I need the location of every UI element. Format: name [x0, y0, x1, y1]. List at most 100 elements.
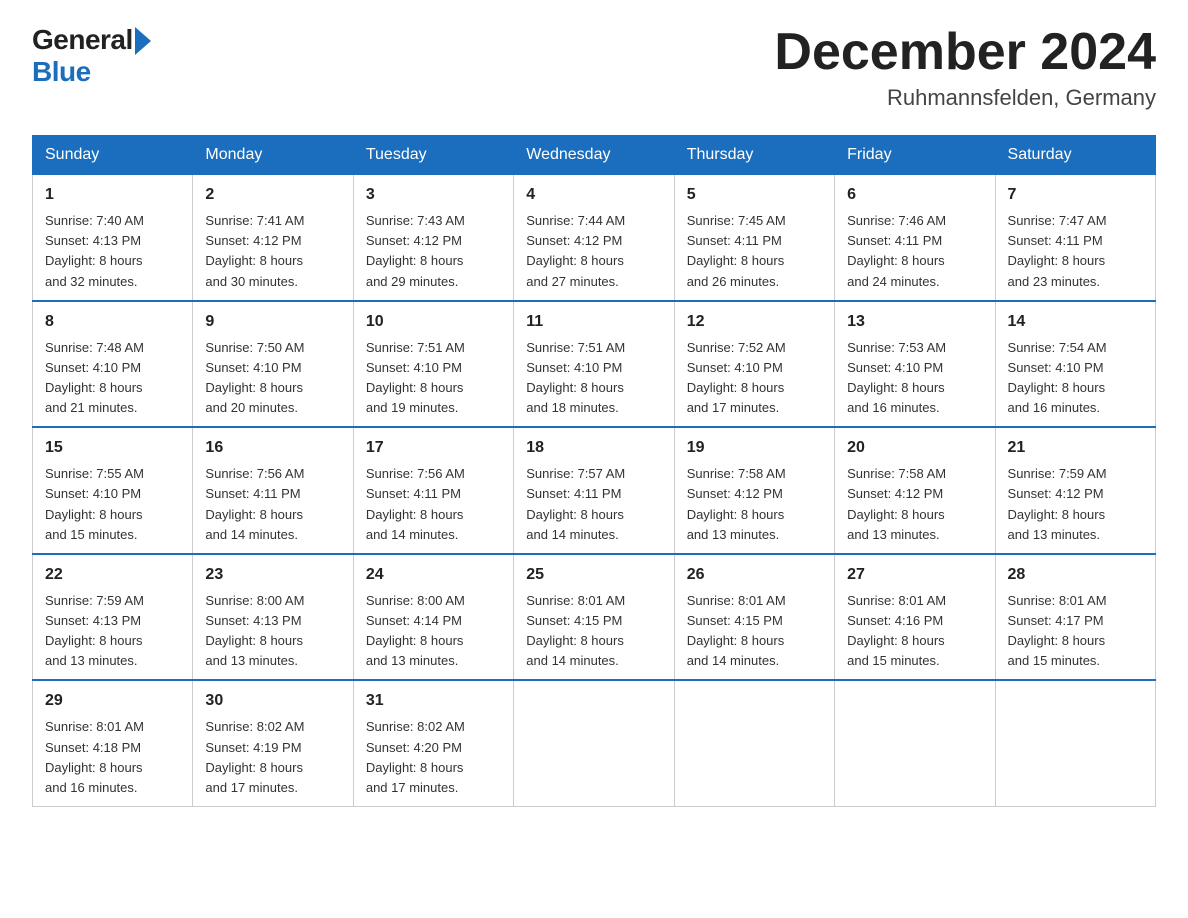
calendar-cell: 15 Sunrise: 7:55 AMSunset: 4:10 PMDayligh…	[33, 427, 193, 554]
day-number: 27	[847, 563, 982, 587]
day-number: 22	[45, 563, 180, 587]
calendar-cell	[995, 680, 1155, 806]
day-info: Sunrise: 8:01 AMSunset: 4:17 PMDaylight:…	[1008, 591, 1143, 672]
day-number: 9	[205, 310, 340, 334]
day-number: 20	[847, 436, 982, 460]
calendar-cell: 22 Sunrise: 7:59 AMSunset: 4:13 PMDayligh…	[33, 554, 193, 681]
calendar-week-row: 1 Sunrise: 7:40 AMSunset: 4:13 PMDaylight…	[33, 175, 1156, 301]
day-info: Sunrise: 7:51 AMSunset: 4:10 PMDaylight:…	[526, 338, 661, 419]
calendar-cell: 31 Sunrise: 8:02 AMSunset: 4:20 PMDayligh…	[353, 680, 513, 806]
day-number: 8	[45, 310, 180, 334]
calendar-cell: 6 Sunrise: 7:46 AMSunset: 4:11 PMDaylight…	[835, 175, 995, 301]
day-info: Sunrise: 8:02 AMSunset: 4:20 PMDaylight:…	[366, 717, 501, 798]
calendar-cell: 3 Sunrise: 7:43 AMSunset: 4:12 PMDaylight…	[353, 175, 513, 301]
day-number: 11	[526, 310, 661, 334]
col-header-tuesday: Tuesday	[353, 136, 513, 175]
calendar-cell: 13Sunrise: 7:53 AMSunset: 4:10 PMDayligh…	[835, 301, 995, 428]
day-number: 18	[526, 436, 661, 460]
day-number: 14	[1008, 310, 1143, 334]
day-number: 21	[1008, 436, 1143, 460]
day-info: Sunrise: 8:00 AMSunset: 4:14 PMDaylight:…	[366, 591, 501, 672]
day-info: Sunrise: 7:46 AMSunset: 4:11 PMDaylight:…	[847, 211, 982, 292]
logo-blue-text: Blue	[32, 56, 91, 88]
calendar-week-row: 22 Sunrise: 7:59 AMSunset: 4:13 PMDayligh…	[33, 554, 1156, 681]
day-info: Sunrise: 7:47 AMSunset: 4:11 PMDaylight:…	[1008, 211, 1143, 292]
calendar-cell: 19Sunrise: 7:58 AMSunset: 4:12 PMDayligh…	[674, 427, 834, 554]
day-number: 17	[366, 436, 501, 460]
calendar-cell	[674, 680, 834, 806]
col-header-friday: Friday	[835, 136, 995, 175]
calendar-cell: 28Sunrise: 8:01 AMSunset: 4:17 PMDayligh…	[995, 554, 1155, 681]
calendar-cell: 8 Sunrise: 7:48 AMSunset: 4:10 PMDaylight…	[33, 301, 193, 428]
calendar-cell: 14Sunrise: 7:54 AMSunset: 4:10 PMDayligh…	[995, 301, 1155, 428]
day-info: Sunrise: 8:01 AMSunset: 4:15 PMDaylight:…	[687, 591, 822, 672]
day-info: Sunrise: 7:56 AMSunset: 4:11 PMDaylight:…	[205, 464, 340, 545]
day-number: 4	[526, 183, 661, 207]
day-number: 23	[205, 563, 340, 587]
day-number: 31	[366, 689, 501, 713]
location-subtitle: Ruhmannsfelden, Germany	[774, 85, 1156, 111]
day-info: Sunrise: 8:01 AMSunset: 4:18 PMDaylight:…	[45, 717, 180, 798]
col-header-monday: Monday	[193, 136, 353, 175]
day-info: Sunrise: 7:45 AMSunset: 4:11 PMDaylight:…	[687, 211, 822, 292]
calendar-cell: 29 Sunrise: 8:01 AMSunset: 4:18 PMDayligh…	[33, 680, 193, 806]
day-info: Sunrise: 7:51 AMSunset: 4:10 PMDaylight:…	[366, 338, 501, 419]
day-info: Sunrise: 7:52 AMSunset: 4:10 PMDaylight:…	[687, 338, 822, 419]
calendar-week-row: 8 Sunrise: 7:48 AMSunset: 4:10 PMDaylight…	[33, 301, 1156, 428]
calendar-cell: 7 Sunrise: 7:47 AMSunset: 4:11 PMDaylight…	[995, 175, 1155, 301]
calendar-cell: 17 Sunrise: 7:56 AMSunset: 4:11 PMDayligh…	[353, 427, 513, 554]
col-header-saturday: Saturday	[995, 136, 1155, 175]
calendar-cell: 24 Sunrise: 8:00 AMSunset: 4:14 PMDayligh…	[353, 554, 513, 681]
calendar-cell: 16 Sunrise: 7:56 AMSunset: 4:11 PMDayligh…	[193, 427, 353, 554]
logo-arrow-icon	[135, 27, 151, 55]
calendar-cell: 26 Sunrise: 8:01 AMSunset: 4:15 PMDayligh…	[674, 554, 834, 681]
calendar-cell: 20 Sunrise: 7:58 AMSunset: 4:12 PMDayligh…	[835, 427, 995, 554]
day-number: 10	[366, 310, 501, 334]
day-info: Sunrise: 8:01 AMSunset: 4:15 PMDaylight:…	[526, 591, 661, 672]
title-block: December 2024 Ruhmannsfelden, Germany	[774, 24, 1156, 111]
day-info: Sunrise: 7:58 AMSunset: 4:12 PMDaylight:…	[847, 464, 982, 545]
day-info: Sunrise: 7:43 AMSunset: 4:12 PMDaylight:…	[366, 211, 501, 292]
day-info: Sunrise: 7:55 AMSunset: 4:10 PMDaylight:…	[45, 464, 180, 545]
day-number: 16	[205, 436, 340, 460]
day-number: 1	[45, 183, 180, 207]
col-header-sunday: Sunday	[33, 136, 193, 175]
calendar-cell: 2Sunrise: 7:41 AMSunset: 4:12 PMDaylight…	[193, 175, 353, 301]
calendar-cell: 21Sunrise: 7:59 AMSunset: 4:12 PMDayligh…	[995, 427, 1155, 554]
day-number: 15	[45, 436, 180, 460]
calendar-cell: 18 Sunrise: 7:57 AMSunset: 4:11 PMDayligh…	[514, 427, 674, 554]
day-number: 6	[847, 183, 982, 207]
calendar-cell: 1 Sunrise: 7:40 AMSunset: 4:13 PMDaylight…	[33, 175, 193, 301]
calendar-cell: 27 Sunrise: 8:01 AMSunset: 4:16 PMDayligh…	[835, 554, 995, 681]
calendar-cell: 30Sunrise: 8:02 AMSunset: 4:19 PMDayligh…	[193, 680, 353, 806]
calendar-cell: 11 Sunrise: 7:51 AMSunset: 4:10 PMDayligh…	[514, 301, 674, 428]
day-info: Sunrise: 8:02 AMSunset: 4:19 PMDaylight:…	[205, 717, 340, 798]
calendar-cell	[514, 680, 674, 806]
day-number: 5	[687, 183, 822, 207]
page-header: General Blue December 2024 Ruhmannsfelde…	[32, 24, 1156, 111]
day-info: Sunrise: 7:40 AMSunset: 4:13 PMDaylight:…	[45, 211, 180, 292]
month-title: December 2024	[774, 24, 1156, 81]
calendar-cell: 23Sunrise: 8:00 AMSunset: 4:13 PMDayligh…	[193, 554, 353, 681]
calendar-table: SundayMondayTuesdayWednesdayThursdayFrid…	[32, 135, 1156, 807]
calendar-cell: 10 Sunrise: 7:51 AMSunset: 4:10 PMDayligh…	[353, 301, 513, 428]
day-number: 19	[687, 436, 822, 460]
day-number: 7	[1008, 183, 1143, 207]
day-info: Sunrise: 7:56 AMSunset: 4:11 PMDaylight:…	[366, 464, 501, 545]
day-number: 29	[45, 689, 180, 713]
day-info: Sunrise: 7:57 AMSunset: 4:11 PMDaylight:…	[526, 464, 661, 545]
day-info: Sunrise: 7:59 AMSunset: 4:13 PMDaylight:…	[45, 591, 180, 672]
calendar-cell: 9Sunrise: 7:50 AMSunset: 4:10 PMDaylight…	[193, 301, 353, 428]
calendar-cell: 5 Sunrise: 7:45 AMSunset: 4:11 PMDaylight…	[674, 175, 834, 301]
calendar-cell: 25Sunrise: 8:01 AMSunset: 4:15 PMDayligh…	[514, 554, 674, 681]
day-info: Sunrise: 7:48 AMSunset: 4:10 PMDaylight:…	[45, 338, 180, 419]
day-number: 26	[687, 563, 822, 587]
col-header-thursday: Thursday	[674, 136, 834, 175]
day-number: 3	[366, 183, 501, 207]
day-info: Sunrise: 8:01 AMSunset: 4:16 PMDaylight:…	[847, 591, 982, 672]
day-number: 24	[366, 563, 501, 587]
calendar-header-row: SundayMondayTuesdayWednesdayThursdayFrid…	[33, 136, 1156, 175]
day-info: Sunrise: 7:53 AMSunset: 4:10 PMDaylight:…	[847, 338, 982, 419]
logo-general-text: General	[32, 24, 133, 56]
day-number: 12	[687, 310, 822, 334]
